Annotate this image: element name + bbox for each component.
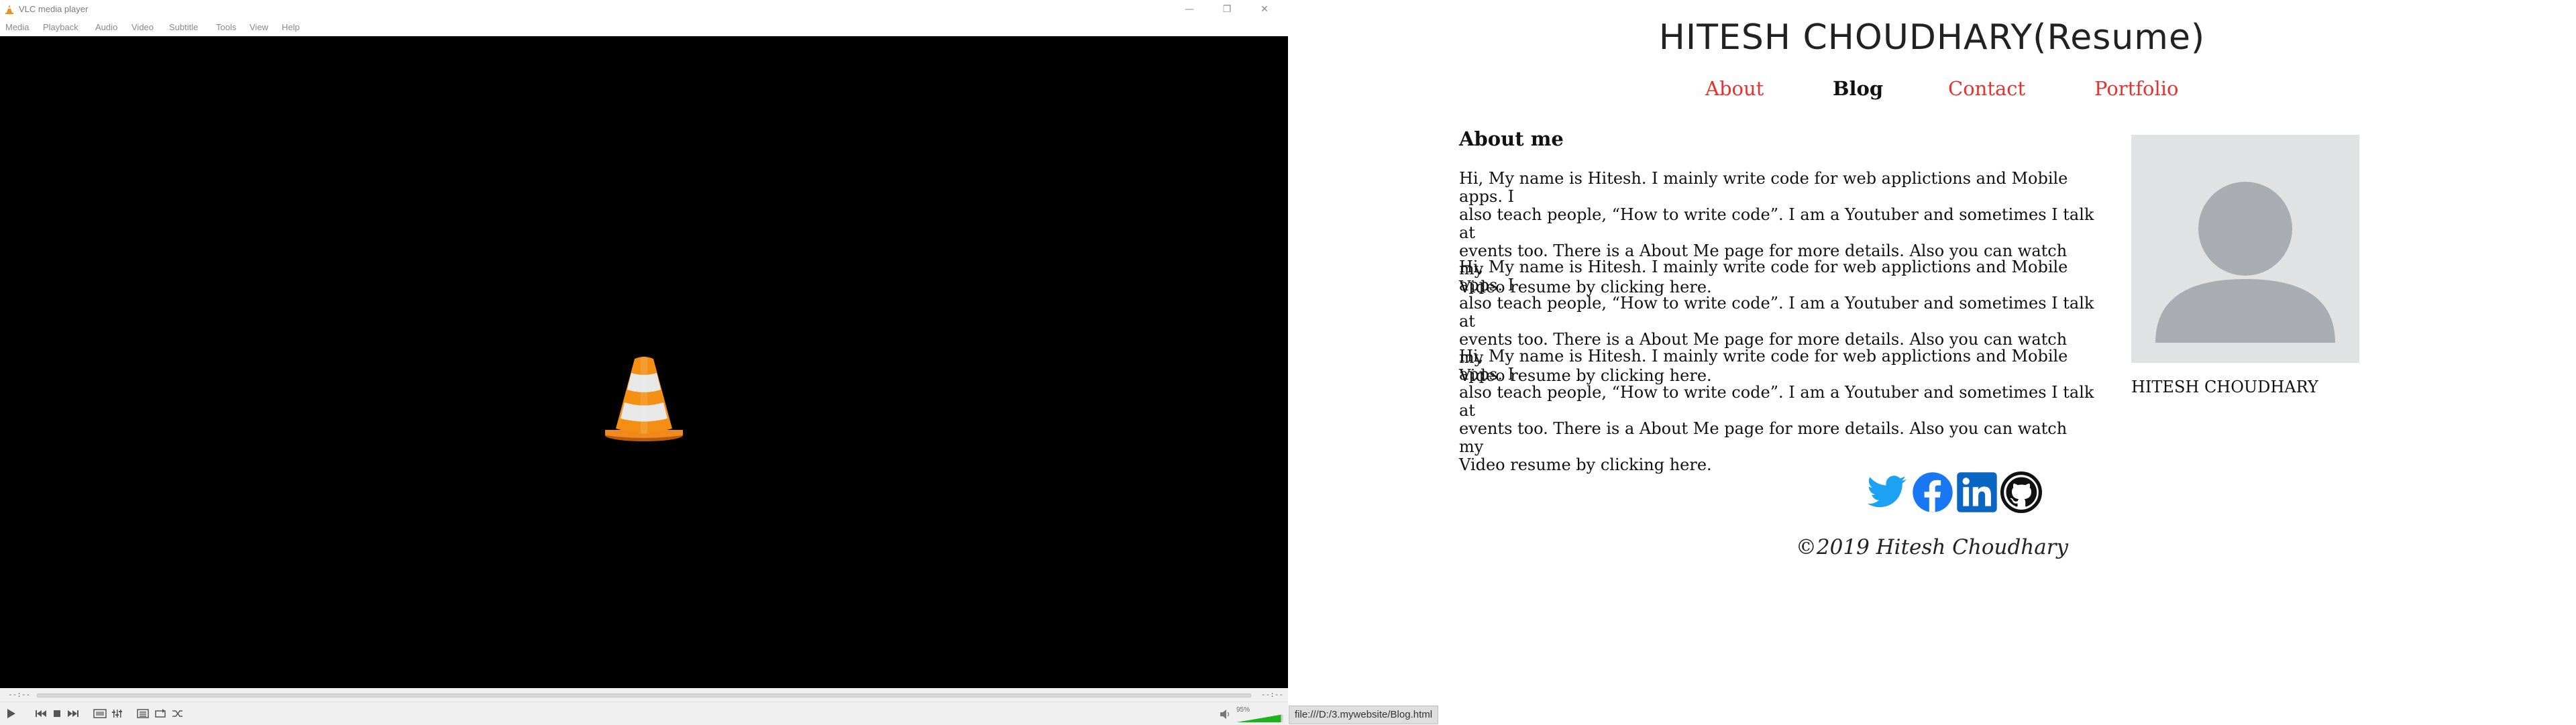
previous-button[interactable] — [32, 706, 50, 721]
time-elapsed: --:-- — [8, 690, 31, 699]
extended-settings-button[interactable] — [109, 706, 126, 721]
fullscreen-icon — [93, 709, 107, 718]
vlc-cone-icon — [605, 356, 683, 441]
loop-icon — [155, 709, 166, 718]
time-bar: --:-- --:-- — [0, 688, 1288, 702]
menu-subtitle[interactable]: Subtitle — [169, 22, 198, 32]
about-heading: About me — [1459, 127, 1564, 150]
play-button[interactable] — [3, 706, 20, 721]
control-bar: 95% — [0, 702, 1288, 725]
window-title: VLC media player — [19, 4, 89, 14]
vlc-window: VLC media player — ❐ ✕ Media Playback Au… — [0, 0, 1288, 725]
previous-icon — [36, 710, 46, 717]
nav-blog[interactable]: Blog — [1833, 77, 1883, 100]
site-footer: ©2019 Hitesh Choudhary — [1795, 535, 2069, 559]
site-title: HITESH CHOUDHARY(Resume) — [1658, 17, 2206, 58]
paragraph-line: also teach people, “How to write code”. … — [1459, 383, 2094, 420]
twitter-icon[interactable] — [1866, 471, 1908, 513]
minimize-button[interactable]: — — [1174, 0, 1205, 19]
stop-button[interactable] — [48, 706, 66, 721]
speaker-icon[interactable] — [1220, 709, 1232, 720]
close-button[interactable]: ✕ — [1249, 0, 1280, 19]
next-button[interactable] — [64, 706, 82, 721]
menu-audio[interactable]: Audio — [95, 22, 117, 32]
extended-settings-icon — [112, 710, 122, 718]
github-icon[interactable] — [2000, 471, 2042, 513]
loop-button[interactable] — [152, 706, 169, 721]
nav-portfolio[interactable]: Portfolio — [2094, 77, 2179, 100]
video-area[interactable] — [0, 36, 1288, 688]
vlc-app-icon — [5, 5, 13, 14]
paragraph-line: also teach people, “How to write code”. … — [1459, 205, 2094, 242]
shuffle-button[interactable] — [169, 706, 186, 721]
person-placeholder-icon — [2155, 182, 2335, 343]
volume-label: 95% — [1236, 706, 1250, 714]
stop-icon — [54, 710, 60, 717]
playlist-button[interactable] — [134, 706, 152, 721]
menu-video[interactable]: Video — [131, 22, 154, 32]
maximize-button[interactable]: ❐ — [1212, 0, 1242, 19]
site-nav: About Blog Contact Portfolio — [1288, 77, 2576, 104]
play-icon — [7, 709, 15, 718]
paragraph-line: Hi, My name is Hitesh. I mainly write co… — [1459, 169, 2068, 206]
next-icon — [68, 710, 78, 717]
status-url-tooltip: file:///D:/3.mywebsite/Blog.html — [1289, 706, 1439, 724]
paragraph-line: Hi, My name is Hitesh. I mainly write co… — [1459, 347, 2068, 384]
profile-name: HITESH CHOUDHARY — [2131, 378, 2318, 396]
linkedin-icon[interactable] — [1956, 471, 1998, 513]
menu-bar: Media Playback Audio Video Subtitle Tool… — [0, 19, 1288, 36]
shuffle-icon — [172, 710, 182, 717]
facebook-icon[interactable] — [1912, 471, 1953, 513]
title-bar: VLC media player — ❐ ✕ — [0, 0, 1288, 19]
menu-view[interactable]: View — [250, 22, 268, 32]
paragraph-line: events too. There is a About Me page for… — [1459, 419, 2068, 456]
menu-media[interactable]: Media — [5, 22, 29, 32]
paragraph-line: Hi, My name is Hitesh. I mainly write co… — [1459, 258, 2068, 294]
about-paragraph: Hi, My name is Hitesh. I mainly write co… — [1459, 347, 2096, 474]
menu-help[interactable]: Help — [282, 22, 300, 32]
menu-playback[interactable]: Playback — [43, 22, 78, 32]
nav-contact[interactable]: Contact — [1948, 77, 2025, 100]
time-total: --:-- — [1261, 690, 1284, 699]
seek-slider[interactable] — [37, 693, 1251, 698]
profile-avatar — [2131, 135, 2359, 363]
volume-slider[interactable] — [1236, 714, 1283, 722]
nav-about[interactable]: About — [1705, 77, 1764, 100]
playlist-icon — [137, 709, 149, 718]
menu-tools[interactable]: Tools — [216, 22, 236, 32]
fullscreen-button[interactable] — [91, 706, 109, 721]
paragraph-line: also teach people, “How to write code”. … — [1459, 294, 2094, 331]
web-page: HITESH CHOUDHARY(Resume) About Blog Cont… — [1288, 0, 2576, 704]
